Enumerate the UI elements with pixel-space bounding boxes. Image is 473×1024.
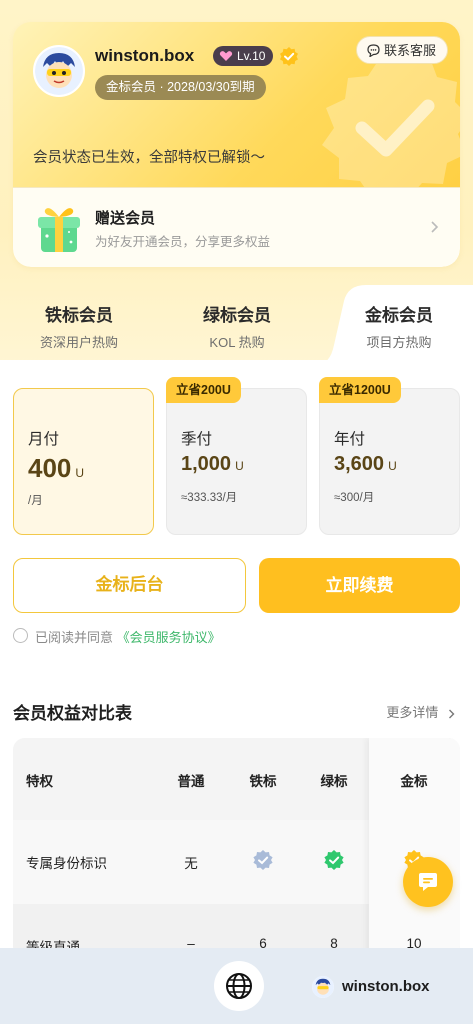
plan-price-unit: U <box>388 459 397 473</box>
gift-subtitle: 为好友开通会员，分享更多权益 <box>95 235 271 249</box>
plan-per-month: ≈300/月 <box>334 492 375 504</box>
plan-price: 400 U <box>28 453 84 484</box>
renew-now-button[interactable]: 立即续费 <box>259 558 460 613</box>
agreement-checkbox[interactable] <box>13 628 28 643</box>
plan-price-unit: U <box>235 459 244 473</box>
table-header-green: 绿标 <box>320 774 348 789</box>
tab-green-subtitle: KOL 热购 <box>209 335 265 350</box>
gift-membership-row[interactable]: 赠送会员 为好友开通会员，分享更多权益 <box>13 187 460 267</box>
plan-per-month: /月 <box>28 495 43 507</box>
bottom-bar: winston.box <box>0 948 473 1024</box>
green-check-icon <box>324 850 344 870</box>
contact-service-button[interactable]: 联系客服 <box>355 36 448 64</box>
tab-iron-title: 铁标会员 <box>45 306 113 325</box>
save-tag: 立省1200U <box>319 377 401 403</box>
account-avatar[interactable] <box>312 976 334 998</box>
gold-verified-icon <box>280 47 298 66</box>
heart-icon <box>219 51 233 61</box>
plan-price-unit: U <box>75 466 85 480</box>
plan-name: 月付 <box>28 431 60 448</box>
gift-title: 赠送会员 <box>95 210 156 227</box>
iron-check-icon <box>253 850 273 870</box>
avatar-image <box>35 47 83 95</box>
service-agreement-link[interactable]: 《会员服务协议》 <box>117 630 221 645</box>
benefits-compare-table: 特权 普通 铁标 绿标 金标 专属身份标识 无 等级直通 – 6 8 10 <box>13 738 460 958</box>
tab-gold-member[interactable]: 金标会员 项目方热购 <box>325 285 473 361</box>
tab-green-title: 绿标会员 <box>203 306 271 325</box>
account-username[interactable]: winston.box <box>342 978 430 995</box>
membership-status: 会员状态已生效，全部特权已解锁～ <box>33 150 265 166</box>
chevron-right-icon <box>449 709 455 719</box>
plan-quarterly-card[interactable]: 立省200U 季付 1,000 U ≈333.33/月 <box>166 377 307 535</box>
plan-price: 3,600 U <box>334 453 397 476</box>
plan-price-value: 1,000 <box>181 453 232 475</box>
agreement-prefix: 已阅读并同意 <box>35 630 114 645</box>
plan-price-value: 400 <box>28 453 72 483</box>
table-header-normal: 普通 <box>177 774 205 789</box>
avatar-image <box>312 976 334 998</box>
plan-name: 季付 <box>181 431 213 448</box>
plan-monthly-card[interactable]: 月付 400 U /月 <box>13 388 154 535</box>
plan-price-value: 3,600 <box>334 453 385 475</box>
chevron-right-icon <box>431 221 439 233</box>
table-header-gold: 金标 <box>400 774 428 789</box>
plan-yearly-card[interactable]: 立省1200U 年付 3,600 U ≈300/月 <box>319 377 460 535</box>
compare-table-title: 会员权益对比表 <box>13 704 132 723</box>
avatar[interactable] <box>33 45 85 97</box>
table-cell-label: 专属身份标识 <box>26 856 107 871</box>
chat-bubble-icon <box>367 44 380 57</box>
message-icon <box>419 873 437 891</box>
table-header-privilege: 特权 <box>26 774 53 789</box>
member-card: winston.box Lv.10 金标会员 · 2028/03/30到期 联系… <box>13 22 460 267</box>
plan-name: 年付 <box>334 431 366 448</box>
table-header-iron: 铁标 <box>249 774 277 789</box>
tab-gold-subtitle: 项目方热购 <box>366 335 432 350</box>
plan-per-month: ≈333.33/月 <box>181 492 238 504</box>
tab-iron-member[interactable]: 铁标会员 资深用户热购 <box>0 285 158 361</box>
floating-chat-button[interactable] <box>403 857 453 907</box>
language-button[interactable] <box>214 961 264 1011</box>
more-details-label: 更多详情 <box>386 705 439 720</box>
plan-price: 1,000 U <box>181 453 244 476</box>
tab-gold-title: 金标会员 <box>365 306 433 325</box>
tab-green-member[interactable]: 绿标会员 KOL 热购 <box>158 285 316 361</box>
more-details-link[interactable]: 更多详情 <box>386 702 455 721</box>
save-tag: 立省200U <box>166 377 241 403</box>
username: winston.box <box>95 46 195 65</box>
tab-iron-subtitle: 资深用户热购 <box>39 335 118 350</box>
expiry-pill: 金标会员 · 2028/03/30到期 <box>95 75 266 100</box>
gift-box-icon <box>38 208 80 252</box>
contact-service-label: 联系客服 <box>383 43 436 58</box>
level-label: Lv.10 <box>237 49 266 63</box>
globe-icon <box>226 973 252 999</box>
level-badge: Lv.10 <box>213 46 274 66</box>
agreement-text: 已阅读并同意 《会员服务协议》 <box>35 627 221 646</box>
table-cell-normal: 无 <box>184 856 198 871</box>
gold-dashboard-button[interactable]: 金标后台 <box>13 558 246 613</box>
